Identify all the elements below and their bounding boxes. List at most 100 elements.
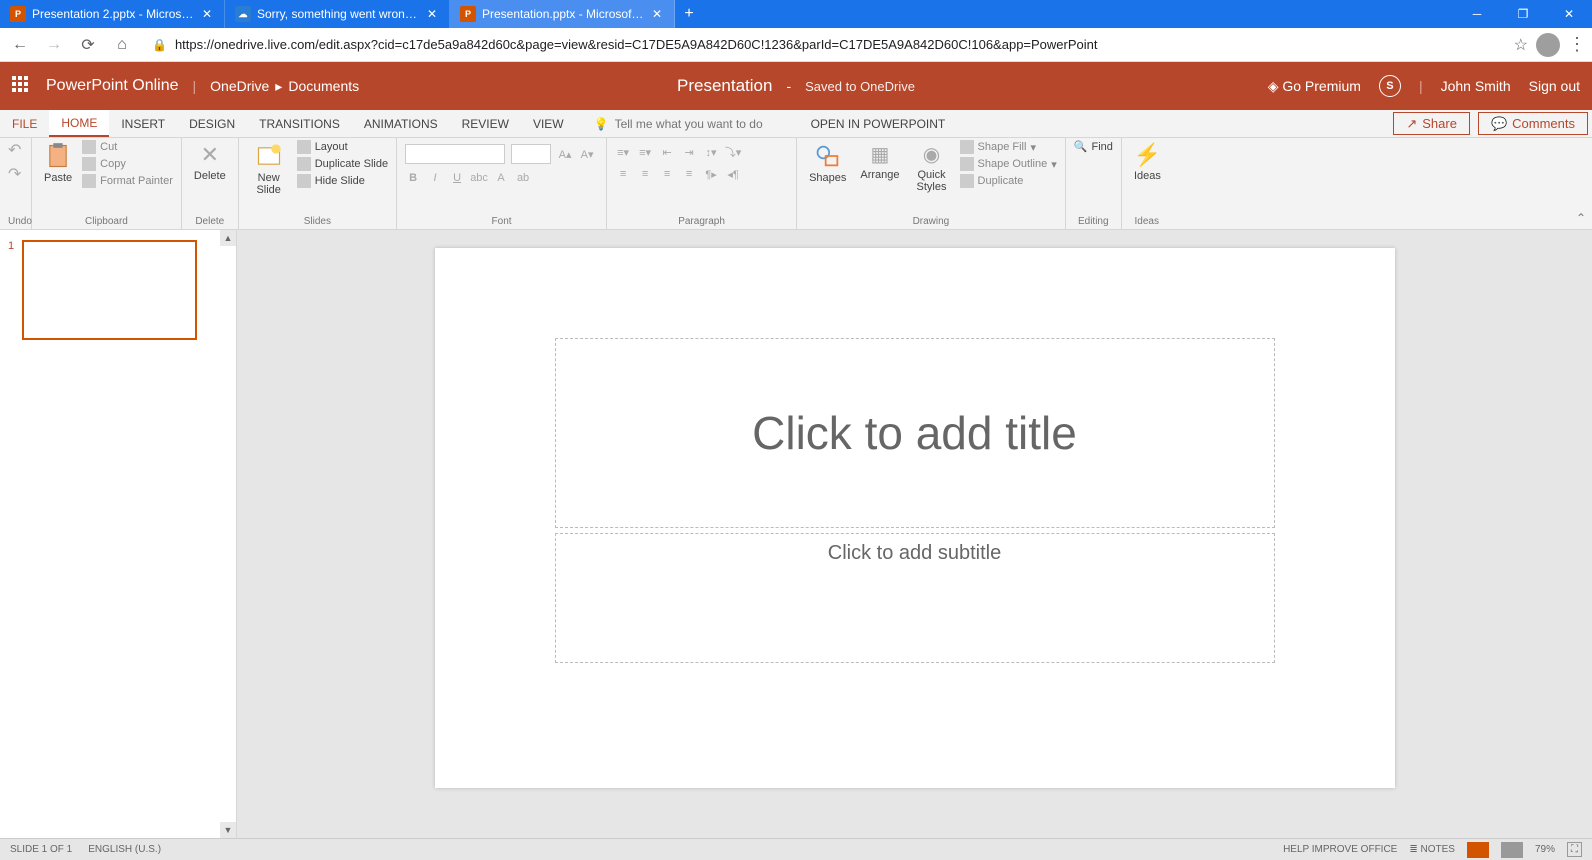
close-icon[interactable]: ✕: [200, 7, 214, 21]
browser-tab-2[interactable]: ☁ Sorry, something went wrong - O ✕: [225, 0, 450, 28]
share-button[interactable]: ↗ Share: [1393, 112, 1470, 135]
back-button[interactable]: ←: [6, 31, 34, 59]
duplicate-shape-button[interactable]: Duplicate: [960, 174, 1057, 188]
paste-button[interactable]: Paste: [40, 140, 76, 186]
tab-view[interactable]: VIEW: [521, 110, 576, 137]
copy-button[interactable]: Copy: [82, 157, 173, 171]
delete-button[interactable]: ✕ Delete: [190, 140, 230, 184]
language-status[interactable]: ENGLISH (U.S.): [88, 844, 161, 855]
tab-home[interactable]: HOME: [49, 110, 109, 137]
app-launcher-icon[interactable]: [12, 76, 32, 96]
tell-me-input[interactable]: [615, 117, 775, 131]
browser-menu-icon[interactable]: ⋮: [1568, 34, 1586, 55]
breadcrumb-onedrive[interactable]: OneDrive: [210, 78, 269, 94]
duplicate-slide-button[interactable]: Duplicate Slide: [297, 157, 388, 171]
highlight-button[interactable]: ab: [515, 170, 531, 186]
slide-thumbnail-row[interactable]: 1: [8, 240, 228, 340]
font-color-button[interactable]: A: [493, 170, 509, 186]
new-slide-button[interactable]: New Slide: [247, 140, 291, 198]
slide-thumbnail-1[interactable]: [22, 240, 197, 340]
skype-icon[interactable]: S: [1379, 75, 1401, 97]
numbering-button[interactable]: ≡▾: [637, 144, 653, 160]
format-painter-button[interactable]: Format Painter: [82, 174, 173, 188]
ltr-button[interactable]: ¶▸: [703, 166, 719, 182]
reload-button[interactable]: ⟳: [74, 31, 102, 59]
maximize-button[interactable]: ❐: [1500, 0, 1546, 28]
tab-insert[interactable]: INSERT: [109, 110, 177, 137]
tab-transitions[interactable]: TRANSITIONS: [247, 110, 352, 137]
bullets-button[interactable]: ≡▾: [615, 144, 631, 160]
hide-slide-button[interactable]: Hide Slide: [297, 174, 388, 188]
scroll-down-button[interactable]: ▼: [220, 822, 236, 838]
slideshow-view-button[interactable]: [1501, 842, 1523, 858]
rtl-button[interactable]: ◂¶: [725, 166, 741, 182]
title-placeholder[interactable]: Click to add title: [555, 338, 1275, 528]
shape-fill-button[interactable]: Shape Fill ▾: [960, 140, 1057, 154]
slide[interactable]: Click to add title Click to add subtitle: [435, 248, 1395, 788]
open-in-powerpoint[interactable]: OPEN IN POWERPOINT: [793, 110, 964, 137]
normal-view-button[interactable]: [1467, 842, 1489, 858]
breadcrumb-documents[interactable]: Documents: [288, 78, 359, 94]
app-name: PowerPoint Online: [46, 77, 179, 95]
font-family-select[interactable]: [405, 144, 505, 164]
new-tab-button[interactable]: +: [675, 0, 703, 28]
sign-out-link[interactable]: Sign out: [1529, 78, 1580, 94]
italic-button[interactable]: I: [427, 170, 443, 186]
strikethrough-button[interactable]: abc: [471, 170, 487, 186]
align-left-button[interactable]: ≡: [615, 166, 631, 182]
arrange-button[interactable]: ▦ Arrange: [856, 140, 903, 183]
user-name[interactable]: John Smith: [1441, 78, 1511, 94]
layout-button[interactable]: Layout: [297, 140, 388, 154]
quick-styles-button[interactable]: ◉ Quick Styles: [910, 140, 954, 195]
align-right-button[interactable]: ≡: [659, 166, 675, 182]
close-icon[interactable]: ✕: [425, 7, 439, 21]
comments-button[interactable]: 💬 Comments: [1478, 112, 1588, 135]
subtitle-placeholder[interactable]: Click to add subtitle: [555, 533, 1275, 663]
tab-file[interactable]: FILE: [0, 110, 49, 137]
notes-toggle[interactable]: ≣ NOTES: [1409, 844, 1455, 855]
home-button[interactable]: ⌂: [108, 31, 136, 59]
line-spacing-button[interactable]: ↕▾: [703, 144, 719, 160]
align-center-button[interactable]: ≡: [637, 166, 653, 182]
bold-button[interactable]: B: [405, 170, 421, 186]
slide-counter[interactable]: SLIDE 1 OF 1: [10, 844, 72, 855]
shape-outline-button[interactable]: Shape Outline ▾: [960, 157, 1057, 171]
document-name[interactable]: Presentation: [677, 76, 772, 96]
text-direction-button[interactable]: ⤵▾: [725, 144, 741, 160]
zoom-level[interactable]: 79%: [1535, 844, 1555, 855]
forward-button[interactable]: →: [40, 31, 68, 59]
shapes-button[interactable]: Shapes: [805, 140, 850, 186]
underline-button[interactable]: U: [449, 170, 465, 186]
justify-button[interactable]: ≡: [681, 166, 697, 182]
bookmark-star-icon[interactable]: ☆: [1514, 35, 1528, 55]
find-button[interactable]: 🔍Find: [1074, 140, 1113, 153]
increase-indent-button[interactable]: ⇥: [681, 144, 697, 160]
tab-design[interactable]: DESIGN: [177, 110, 247, 137]
close-icon[interactable]: ✕: [650, 7, 664, 21]
minimize-button[interactable]: ─: [1454, 0, 1500, 28]
go-premium-link[interactable]: ◈ Go Premium: [1268, 78, 1361, 95]
undo-button[interactable]: ↶: [8, 140, 21, 160]
decrease-indent-button[interactable]: ⇤: [659, 144, 675, 160]
browser-tab-1[interactable]: P Presentation 2.pptx - Microsoft P ✕: [0, 0, 225, 28]
profile-avatar[interactable]: [1536, 33, 1560, 57]
slide-canvas-area[interactable]: Click to add title Click to add subtitle: [237, 230, 1592, 838]
redo-button[interactable]: ↷: [8, 164, 21, 184]
shrink-font-icon[interactable]: A▾: [579, 146, 595, 162]
tell-me-search[interactable]: 💡: [576, 110, 793, 137]
cut-button[interactable]: Cut: [82, 140, 173, 154]
scroll-up-button[interactable]: ▲: [220, 230, 236, 246]
delete-x-icon: ✕: [201, 142, 219, 168]
browser-tab-3[interactable]: P Presentation.pptx - Microsoft Po ✕: [450, 0, 675, 28]
grow-font-icon[interactable]: A▴: [557, 146, 573, 162]
collapse-ribbon-icon[interactable]: ⌃: [1576, 211, 1586, 225]
font-size-select[interactable]: [511, 144, 551, 164]
help-improve-link[interactable]: HELP IMPROVE OFFICE: [1283, 844, 1397, 855]
tab-animations[interactable]: ANIMATIONS: [352, 110, 450, 137]
close-window-button[interactable]: ✕: [1546, 0, 1592, 28]
tab-review[interactable]: REVIEW: [450, 110, 521, 137]
ideas-button[interactable]: ⚡ Ideas: [1130, 140, 1165, 184]
group-label-paragraph: Paragraph: [615, 216, 788, 229]
url-field[interactable]: 🔒 https://onedrive.live.com/edit.aspx?ci…: [142, 37, 1508, 52]
fit-to-window-button[interactable]: ⛶: [1567, 842, 1582, 857]
